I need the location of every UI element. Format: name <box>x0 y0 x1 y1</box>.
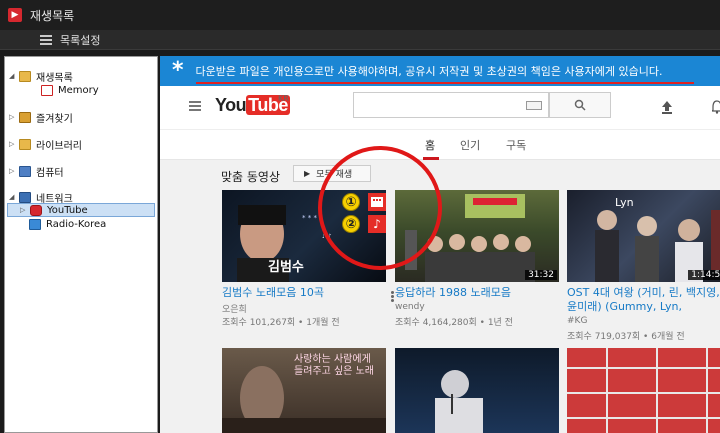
collapse-arrow-icon[interactable]: ◢ <box>9 72 17 80</box>
section-title: 맞춤 동영상 <box>221 170 281 184</box>
window-titlebar: ▶ 재생목록 <box>0 0 720 30</box>
sidebar-item-label: 컴퓨터 <box>36 167 64 179</box>
tab-trending[interactable]: 인기 <box>460 137 480 153</box>
sidebar-item-label: 라이브러리 <box>36 140 82 152</box>
window-title: 재생목록 <box>30 8 75 23</box>
youtube-tabs: 홈 인기 구독 <box>160 130 720 160</box>
notification-bell-icon[interactable] <box>712 100 720 114</box>
video-meta: 조회수 719,037회 • 6개월 전 <box>567 332 685 342</box>
video-title[interactable]: 김범수 노래모음 10곡 <box>222 286 386 300</box>
search-button[interactable] <box>549 92 611 118</box>
toolbar: 목록설정 <box>0 30 720 50</box>
highlight-circle <box>318 146 442 270</box>
tab-home[interactable]: 홈 <box>425 137 435 153</box>
expand-arrow-icon[interactable]: ▷ <box>9 113 17 121</box>
memory-icon <box>41 84 53 96</box>
sidebar-item-label: YouTube <box>47 204 88 216</box>
youtube-header: You Tube KR <box>160 86 720 130</box>
upload-icon[interactable] <box>660 100 674 114</box>
svg-text:* * *: * * * <box>302 214 317 222</box>
tab-subscriptions[interactable]: 구독 <box>506 137 526 153</box>
computer-icon <box>19 165 31 177</box>
highlight-underline <box>196 82 694 84</box>
thumbnail-art <box>435 370 483 433</box>
search-icon <box>574 99 586 111</box>
video-thumbnail[interactable] <box>567 348 720 433</box>
sidebar-item-library[interactable]: ▷ 라이브러리 <box>9 137 82 152</box>
thumbnail-overlay-text: 사랑하는 사람에게 들려주고 싶은 노래 <box>294 354 374 377</box>
video-duration: 31:32 <box>525 270 557 280</box>
thumbnail-art <box>595 210 720 282</box>
sidebar-item-memory[interactable]: Memory <box>39 83 99 97</box>
video-thumbnail[interactable]: 사랑하는 사람에게 들려주고 싶은 노래 <box>222 348 386 433</box>
search-input[interactable] <box>353 92 549 118</box>
playlist-icon <box>19 70 31 82</box>
video-thumbnail[interactable]: Lyn 1:14:51 <box>567 190 720 282</box>
expand-arrow-icon[interactable]: ▷ <box>9 167 17 175</box>
sidebar-item-youtube[interactable]: ▷ YouTube <box>7 203 155 217</box>
sidebar-item-playlist[interactable]: ◢ 재생목록 <box>9 69 73 84</box>
sidebar-item-label: 즐겨찾기 <box>36 113 73 125</box>
keyboard-icon[interactable] <box>526 101 542 110</box>
sidebar-item-label: Radio-Korea <box>46 218 107 230</box>
library-folder-icon <box>19 138 31 150</box>
sidebar-item-label: 재생목록 <box>36 72 73 84</box>
sidebar-item-label: Memory <box>58 84 99 96</box>
network-icon <box>19 191 31 203</box>
recommended-feed: 맞춤 동영상 ▶ 모두 재생 * * * ♪ ♪ 김범수 김범수 노래모음 10… <box>160 146 720 433</box>
play-icon: ▶ <box>304 169 311 178</box>
region-label: KR <box>278 94 289 103</box>
radio-icon <box>29 218 41 230</box>
video-meta: 조회수 4,164,280회 • 1년 전 <box>395 318 513 328</box>
copyright-notice-banner: * 다운받은 파일은 개인용으로만 사용해야하며, 공유시 저작권 및 초상권의… <box>160 56 720 86</box>
video-meta: 조회수 101,267회 • 1개월 전 <box>222 318 340 328</box>
list-settings-icon[interactable] <box>40 34 52 45</box>
thumbnail-art <box>567 348 720 433</box>
video-duration: 1:14:51 <box>688 270 720 280</box>
logo-you: You <box>215 95 247 115</box>
video-channel[interactable]: wendy <box>395 302 425 312</box>
list-settings-button[interactable]: 목록설정 <box>60 32 100 48</box>
video-title[interactable]: OST 4대 여왕 (거미, 린, 백지영, 윤미래) (Gummy, Lyn, <box>567 286 720 314</box>
video-channel[interactable]: #KG <box>567 316 587 326</box>
menu-icon[interactable] <box>189 101 201 111</box>
youtube-icon <box>30 204 42 216</box>
thumbnail-overlay-name: 김범수 <box>268 260 304 275</box>
video-thumbnail[interactable] <box>395 348 559 433</box>
expand-arrow-icon[interactable]: ▷ <box>9 140 17 148</box>
thumbnail-overlay-name: Lyn <box>615 196 634 209</box>
play-icon: ▶ <box>8 8 22 22</box>
sidebar-tree: ◢ 재생목록 Memory ▷ 즐겨찾기 ▷ 라이브러리 ▷ 컴퓨터 ◢ 네트워… <box>4 56 158 433</box>
expand-arrow-icon[interactable]: ▷ <box>20 206 28 214</box>
collapse-arrow-icon[interactable]: ◢ <box>9 193 17 201</box>
more-options-icon[interactable] <box>391 291 394 302</box>
favorites-icon <box>19 111 31 123</box>
sidebar-item-network[interactable]: ◢ 네트워크 <box>9 190 73 205</box>
asterisk-icon: * <box>172 58 184 83</box>
sidebar-item-radio-korea[interactable]: Radio-Korea <box>27 217 106 231</box>
video-title[interactable]: 응답하라 1988 노래모음 <box>395 286 559 300</box>
copyright-notice-text: 다운받은 파일은 개인용으로만 사용해야하며, 공유시 저작권 및 초상권의 책… <box>195 65 663 78</box>
video-channel[interactable]: 오은희 <box>222 302 247 315</box>
sidebar-item-favorites[interactable]: ▷ 즐겨찾기 <box>9 110 73 125</box>
youtube-browser-panel: * 다운받은 파일은 개인용으로만 사용해야하며, 공유시 저작권 및 초상권의… <box>160 56 720 433</box>
sidebar-item-computer[interactable]: ▷ 컴퓨터 <box>9 164 64 179</box>
